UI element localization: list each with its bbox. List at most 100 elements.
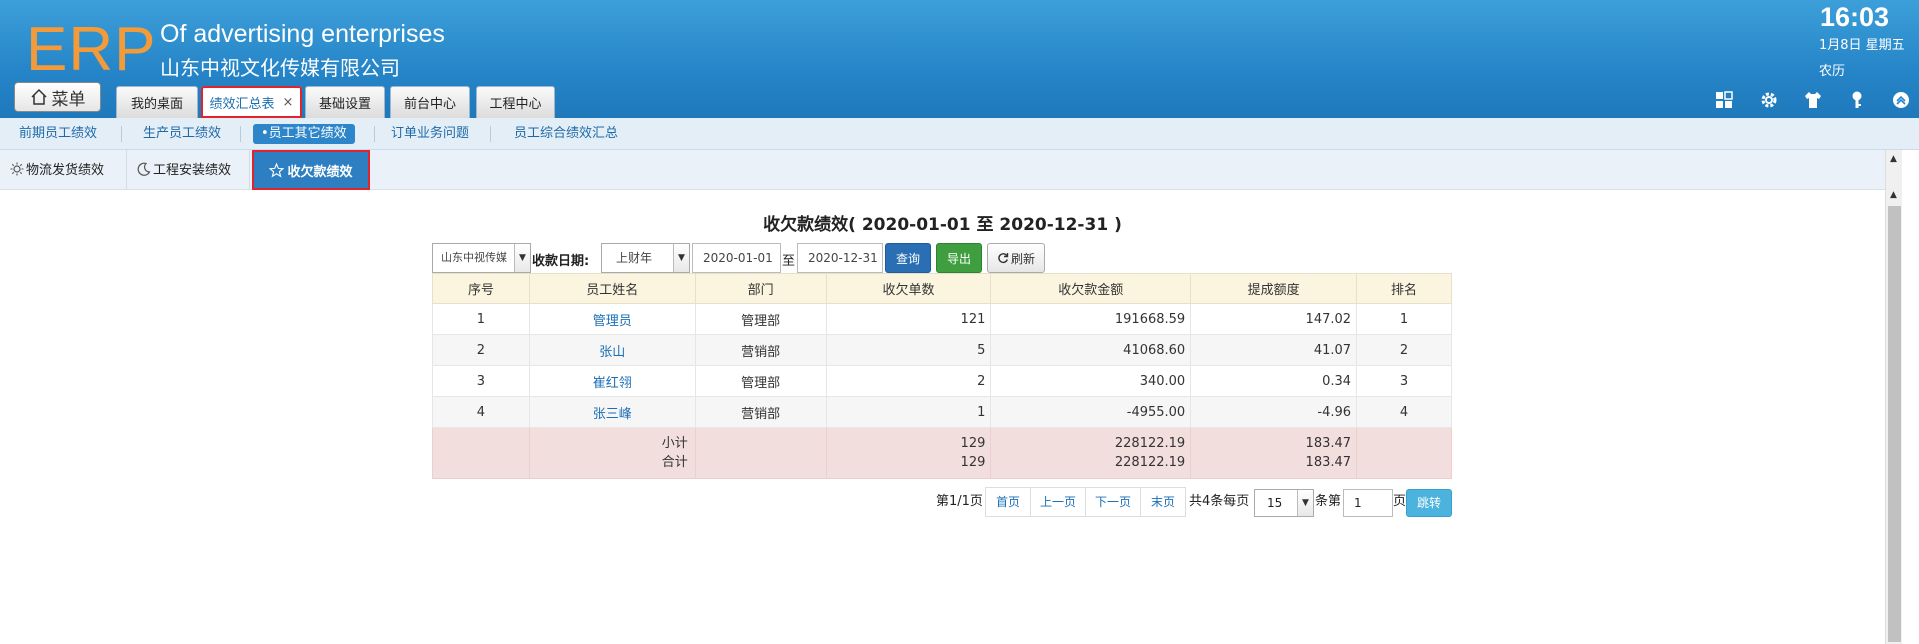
per-unit-label: 条第 <box>1315 494 1342 509</box>
home-icon <box>30 88 47 105</box>
total-amount: 228122.19 <box>1114 455 1186 470</box>
record-summary: 共4条每页 <box>1189 494 1250 509</box>
lunar-date: 农历 <box>1819 64 1846 79</box>
tab-label: 工程中心 <box>489 97 542 112</box>
menu-label: 菜单 <box>51 89 86 110</box>
sun-icon <box>10 162 24 176</box>
last-page-button[interactable]: 末页 <box>1140 487 1186 517</box>
subnav-divider <box>240 126 241 142</box>
subnav-divider <box>249 150 250 190</box>
table-row: 4 张三峰 营销部 1 -4955.00 -4.96 4 <box>432 396 1452 428</box>
cell-dept: 管理部 <box>694 365 827 397</box>
subnav-logistics[interactable]: 物流发货绩效 <box>10 160 104 182</box>
subnav-order-issues[interactable]: 订单业务问题 <box>391 124 469 144</box>
employee-name-link[interactable]: 张三峰 <box>528 396 696 428</box>
subnav-installation[interactable]: 工程安装绩效 <box>137 160 231 182</box>
column-header: 员工姓名 <box>528 273 696 304</box>
summary-empty-cell <box>432 427 530 479</box>
scroll-up-icon[interactable]: ▲ <box>1890 154 1897 164</box>
employee-name-link[interactable]: 崔红翎 <box>528 365 696 397</box>
tab-front-desk[interactable]: 前台中心 <box>390 86 470 118</box>
company-name-en: Of advertising enterprises <box>160 20 445 48</box>
total-count: 129 <box>960 455 986 470</box>
star-icon <box>269 162 285 177</box>
column-header: 序号 <box>432 273 530 304</box>
employee-name-link[interactable]: 张山 <box>528 334 696 366</box>
tab-performance-summary[interactable]: 绩效汇总表 × <box>201 86 302 118</box>
page-size-select[interactable]: 15 ▼ <box>1254 489 1314 517</box>
shirt-icon[interactable] <box>1802 90 1824 112</box>
performance-table: 序号 员工姓名 部门 收欠单数 收欠款金额 提成额度 排名 1 管理员 管理部 … <box>432 273 1452 479</box>
subnav-other-staff[interactable]: •员工其它绩效 <box>253 124 355 144</box>
cell-commission: 147.02 <box>1190 303 1358 335</box>
tab-engineering[interactable]: 工程中心 <box>476 86 555 118</box>
moon-icon <box>137 162 151 176</box>
table-row: 2 张山 营销部 5 41068.60 41.07 2 <box>432 334 1452 366</box>
query-button[interactable]: 查询 <box>885 243 931 273</box>
tab-label: 基础设置 <box>318 97 371 112</box>
next-page-button[interactable]: 下一页 <box>1085 487 1141 517</box>
close-icon[interactable]: × <box>283 95 294 110</box>
cell-no: 3 <box>432 365 530 397</box>
key-icon[interactable] <box>1846 90 1868 112</box>
cell-no: 4 <box>432 396 530 428</box>
start-date-input[interactable]: 2020-01-01 <box>692 243 781 273</box>
employee-name-link[interactable]: 管理员 <box>528 303 696 335</box>
tab-basic-settings[interactable]: 基础设置 <box>305 86 385 118</box>
summary-empty-cell <box>694 427 827 479</box>
menu-button[interactable]: 菜单 <box>14 82 101 112</box>
subnav-label: 工程安装绩效 <box>153 163 232 178</box>
cell-no: 2 <box>432 334 530 366</box>
subnav-receivables[interactable]: 收欠款绩效 <box>252 150 370 190</box>
cell-rank: 3 <box>1356 365 1452 397</box>
table-row: 3 崔红翎 管理部 2 340.00 0.34 3 <box>432 365 1452 397</box>
table-row: 1 管理员 管理部 121 191668.59 147.02 1 <box>432 303 1452 335</box>
subtotal-commission: 183.47 <box>1305 436 1352 451</box>
summary-amount: 228122.19 228122.19 <box>990 427 1192 479</box>
subtotal-label: 小计 <box>661 436 688 451</box>
cell-amount: -4955.00 <box>990 396 1192 428</box>
cell-rank: 1 <box>1356 303 1452 335</box>
period-select[interactable]: 上财年 ▼ <box>601 243 690 273</box>
end-date-input[interactable]: 2020-12-31 <box>797 243 883 273</box>
summary-row: 小计 合计 129 129 228122.19 228122.19 183.47… <box>432 427 1452 479</box>
refresh-label: 刷新 <box>1010 251 1035 266</box>
period-select-value: 上财年 <box>616 251 653 265</box>
prev-page-button[interactable]: 上一页 <box>1030 487 1086 517</box>
column-header: 收欠单数 <box>825 273 992 304</box>
subtotal-amount: 228122.19 <box>1114 436 1186 451</box>
scroll-up-icon[interactable]: ▲ <box>1890 190 1897 200</box>
column-header: 提成额度 <box>1190 273 1358 304</box>
vertical-scrollbar[interactable]: ▲ ▲ <box>1885 150 1902 644</box>
collapse-up-icon[interactable] <box>1890 90 1912 112</box>
subnav-combined-summary[interactable]: 员工综合绩效汇总 <box>514 124 618 144</box>
total-commission: 183.47 <box>1305 455 1352 470</box>
jump-button[interactable]: 跳转 <box>1406 489 1452 517</box>
jump-page-input[interactable]: 1 <box>1343 489 1393 517</box>
apps-icon[interactable] <box>1713 90 1735 112</box>
export-button[interactable]: 导出 <box>936 243 982 273</box>
tab-label: 前台中心 <box>403 97 456 112</box>
subnav-production-staff[interactable]: 生产员工绩效 <box>143 124 221 144</box>
summary-empty-cell <box>1356 427 1452 479</box>
summary-count: 129 129 <box>825 427 992 479</box>
clock-date: 1月8日 星期五 <box>1819 38 1905 53</box>
tab-my-desktop[interactable]: 我的桌面 <box>116 86 198 118</box>
page-info: 第1/1页 <box>936 494 983 509</box>
scroll-thumb[interactable] <box>1888 206 1901 642</box>
erp-logo: ERP <box>26 15 157 84</box>
refresh-button[interactable]: 刷新 <box>987 243 1045 273</box>
gear-icon[interactable] <box>1758 90 1780 112</box>
column-header: 收欠款金额 <box>990 273 1192 304</box>
cell-dept: 营销部 <box>694 334 827 366</box>
summary-labels: 小计 合计 <box>528 427 696 479</box>
cell-commission: 41.07 <box>1190 334 1358 366</box>
subnav-early-staff[interactable]: 前期员工绩效 <box>19 124 97 144</box>
column-header: 排名 <box>1356 273 1452 304</box>
first-page-button[interactable]: 首页 <box>985 487 1031 517</box>
chevron-down-icon: ▼ <box>1297 490 1313 516</box>
cell-rank: 4 <box>1356 396 1452 428</box>
subnav-primary: 前期员工绩效 生产员工绩效 •员工其它绩效 订单业务问题 员工综合绩效汇总 <box>0 118 1919 150</box>
cell-dept: 管理部 <box>694 303 827 335</box>
company-select[interactable]: 山东中视传媒 ▼ <box>432 243 531 273</box>
